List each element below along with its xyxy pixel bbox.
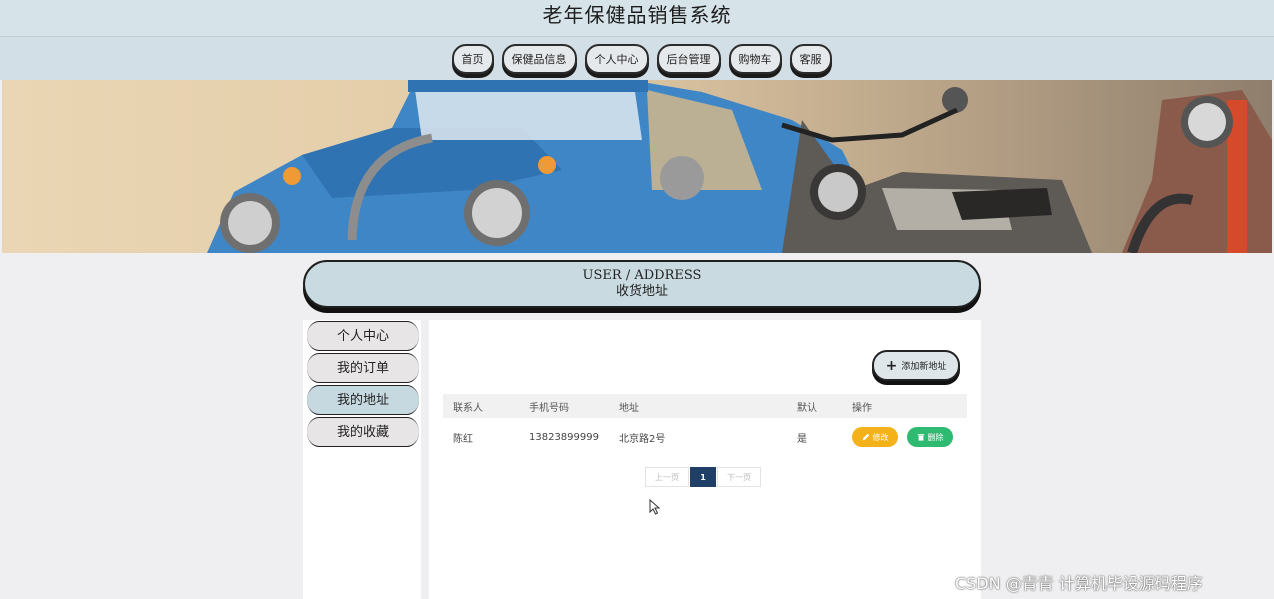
col-header-phone: 手机号码 — [529, 402, 569, 414]
delete-label: 删除 — [927, 432, 944, 442]
main-nav: 首页 保健品信息 个人中心 后台管理 购物车 客服 — [0, 37, 1274, 80]
site-header: 老年保健品销售系统 — [0, 0, 1274, 37]
table-row: 陈红 13823899999 北京路2号 是 修改 删除 — [443, 424, 967, 450]
col-header-contact: 联系人 — [453, 402, 483, 414]
page-1-button[interactable]: 1 — [690, 467, 716, 487]
sidebar-item-personal-center[interactable]: 个人中心 — [307, 321, 419, 351]
cell-contact: 陈红 — [453, 433, 473, 445]
section-title-en: USER / ADDRESS — [582, 268, 702, 283]
next-page-button[interactable]: 下一页 — [717, 467, 761, 487]
nav-personal-center-button[interactable]: 个人中心 — [584, 43, 649, 74]
table-header: 联系人 手机号码 地址 默认 操作 — [443, 394, 967, 418]
sidebar-item-my-favorites[interactable]: 我的收藏 — [307, 417, 419, 447]
col-header-address: 地址 — [619, 402, 639, 414]
add-address-button[interactable]: + 添加新地址 — [872, 350, 960, 381]
cell-phone: 13823899999 — [529, 431, 599, 443]
site-title: 老年保健品销售系统 — [542, 3, 732, 27]
nav-products-button[interactable]: 保健品信息 — [501, 43, 577, 74]
sidebar-item-my-address[interactable]: 我的地址 — [307, 385, 419, 415]
pagination: 上一页 1 下一页 — [645, 467, 761, 487]
address-panel: + 添加新地址 联系人 手机号码 地址 默认 操作 陈红 13823899999… — [429, 320, 981, 599]
watermark: CSDN @青青 计算机毕设源码程序 — [955, 574, 1203, 593]
col-header-actions: 操作 — [852, 402, 872, 414]
section-header: USER / ADDRESS 收货地址 — [303, 260, 981, 308]
col-header-default: 默认 — [797, 402, 817, 414]
pencil-icon — [862, 433, 869, 441]
nav-home-button[interactable]: 首页 — [451, 43, 494, 74]
mouse-cursor-icon — [649, 499, 661, 515]
edit-address-button[interactable]: 修改 — [852, 427, 898, 447]
sidebar-item-my-orders[interactable]: 我的订单 — [307, 353, 419, 383]
cell-address: 北京路2号 — [619, 433, 666, 445]
cell-default: 是 — [797, 433, 807, 445]
trash-icon — [917, 434, 924, 441]
edit-label: 修改 — [872, 432, 889, 442]
user-sidebar: 个人中心 我的订单 我的地址 我的收藏 — [303, 320, 421, 599]
add-address-label: 添加新地址 — [901, 362, 947, 372]
prev-page-button[interactable]: 上一页 — [645, 467, 689, 487]
nav-admin-button[interactable]: 后台管理 — [656, 43, 721, 74]
nav-cart-button[interactable]: 购物车 — [728, 43, 782, 74]
row-actions: 修改 删除 — [852, 424, 953, 450]
nav-service-button[interactable]: 客服 — [789, 43, 832, 74]
banner-image — [2, 80, 1272, 253]
banner-illustration — [207, 80, 1272, 253]
section-title-cn: 收货地址 — [615, 284, 668, 299]
plus-icon: + — [885, 357, 898, 374]
delete-address-button[interactable]: 删除 — [907, 427, 953, 447]
